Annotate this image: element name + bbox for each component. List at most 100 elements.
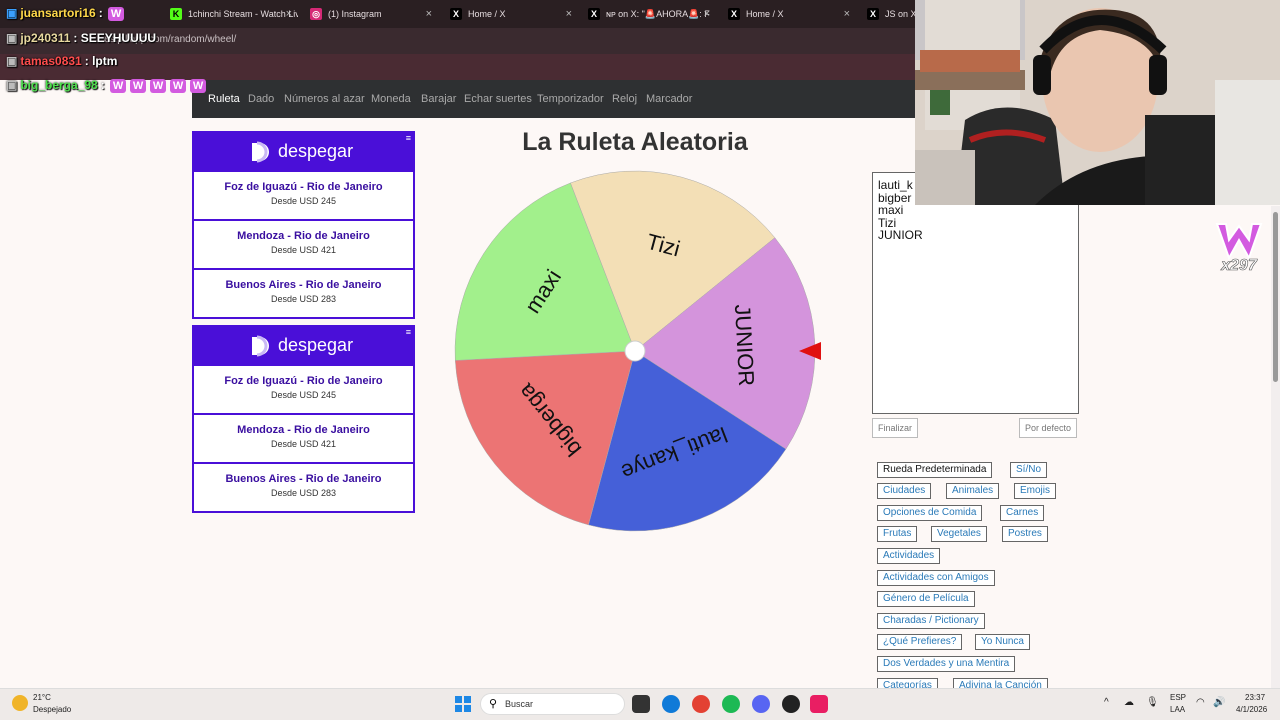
ad-header: despegar ≡ xyxy=(194,133,413,170)
finish-button[interactable]: Finalizar xyxy=(872,418,919,438)
close-tab-icon[interactable]: × xyxy=(704,3,710,25)
tray-wifi-icon[interactable]: ◠ xyxy=(1196,697,1205,708)
nav-link-3[interactable]: Moneda xyxy=(371,93,411,105)
browser-tab[interactable]: ◎ (1) Instagram × xyxy=(300,3,438,25)
tiktok-icon[interactable] xyxy=(810,695,828,713)
browser-tab[interactable]: K 1chinchi Stream - Watch Liv × xyxy=(160,3,298,25)
nav-link-8[interactable]: Marcador xyxy=(646,93,692,105)
nav-link-5[interactable]: Echar suertes xyxy=(464,93,532,105)
nav-link-2[interactable]: Números al azar xyxy=(284,93,365,105)
ad-offer[interactable]: Foz de Iguazú - Rio de Janeiro Desde USD … xyxy=(194,170,413,219)
tray-mic-icon[interactable]: 🎙 xyxy=(1146,697,1159,708)
name-line[interactable]: maxi xyxy=(878,204,1073,217)
discord-icon[interactable] xyxy=(752,695,770,713)
preset-chip[interactable]: Opciones de Comida xyxy=(877,505,983,521)
ad-menu-icon[interactable]: ≡ xyxy=(406,327,411,337)
ad-price: Desde USD 283 xyxy=(270,488,337,498)
x-icon: X xyxy=(728,8,740,20)
chat-text: SEEYHUUUU xyxy=(80,31,157,45)
chat-message: ▣ juansartori16: W xyxy=(6,6,126,21)
browser-tab[interactable]: X Home / X × xyxy=(718,3,856,25)
clock-date[interactable]: 4/1/2026 xyxy=(1236,705,1267,714)
close-tab-icon[interactable]: × xyxy=(566,3,572,25)
scrollbar-thumb[interactable] xyxy=(1273,212,1278,382)
nav-link-6[interactable]: Temporizador xyxy=(537,93,604,105)
ad-route: Mendoza - Rio de Janeiro xyxy=(237,424,370,436)
ad-offer[interactable]: Foz de Iguazú - Rio de Janeiro Desde USD … xyxy=(194,364,413,413)
emote-icon: W xyxy=(110,78,127,93)
close-tab-icon[interactable]: × xyxy=(426,3,432,25)
tray-network-icon[interactable]: ☁ xyxy=(1124,697,1134,708)
names-textarea[interactable]: lauti_k bigber maxi Tizi JUNIOR xyxy=(872,172,1079,414)
ad-menu-icon[interactable]: ≡ xyxy=(406,133,411,143)
browser-tab[interactable]: X Home / X × xyxy=(440,3,578,25)
ad-price: Desde USD 245 xyxy=(270,390,337,400)
ad-offer[interactable]: Buenos Aires - Rio de Janeiro Desde USD 2… xyxy=(194,462,413,511)
x-icon: X xyxy=(450,8,462,20)
spin-wheel[interactable]: lauti_kanyebigbergamaxiTiziJUNIOR xyxy=(440,160,840,550)
close-tab-icon[interactable]: × xyxy=(844,3,850,25)
preset-chip[interactable]: Ciudades xyxy=(877,483,932,499)
preset-chip[interactable]: Frutas xyxy=(877,526,918,542)
obs-icon[interactable] xyxy=(782,695,800,713)
nav-link-1[interactable]: Dado xyxy=(248,93,274,105)
preset-chip[interactable]: Animales xyxy=(946,483,1000,499)
preset-chip[interactable]: Postres xyxy=(1002,526,1048,542)
lang-top[interactable]: ESP xyxy=(1170,693,1186,702)
x-icon: X xyxy=(588,8,600,20)
nav-link-4[interactable]: Barajar xyxy=(421,93,456,105)
preset-chip[interactable]: Rueda Predeterminada xyxy=(877,462,993,478)
nav-link-0[interactable]: Ruleta xyxy=(208,93,240,105)
browser-tab[interactable]: Xɴᴘ on X: "🚨AHORA🚨: F × xyxy=(578,3,716,25)
default-button[interactable]: Por defecto xyxy=(1019,418,1078,438)
ad-banner[interactable]: despegar ≡ Foz de Iguazú - Rio de Janeiro D… xyxy=(192,131,415,319)
weather-icon xyxy=(12,695,28,711)
name-line[interactable]: JUNIOR xyxy=(878,229,1073,242)
tab-label: ɴᴘ on X: "🚨AHORA🚨: F xyxy=(606,9,710,19)
chat-badge-icon: ▣ xyxy=(6,78,18,92)
preset-chip[interactable]: Yo Nunca xyxy=(975,634,1030,650)
wheel-segment-label: JUNIOR xyxy=(730,304,759,387)
weather-temp: 21°C xyxy=(33,693,51,702)
ad-header: despegar ≡ xyxy=(194,327,413,364)
close-tab-icon[interactable]: × xyxy=(286,3,292,25)
preset-chip[interactable]: Actividades xyxy=(877,548,941,564)
emote-icon: W xyxy=(108,6,125,21)
chrome-icon[interactable] xyxy=(692,695,710,713)
emote-icon: W xyxy=(170,78,187,93)
preset-chip[interactable]: ¿Qué Prefieres? xyxy=(877,634,963,650)
spotify-icon[interactable] xyxy=(722,695,740,713)
lang-bottom[interactable]: LAA xyxy=(1170,705,1185,714)
bookmarks-bar xyxy=(0,54,915,80)
ad-offer[interactable]: Mendoza - Rio de Janeiro Desde USD 421 xyxy=(194,413,413,462)
tray-volume-icon[interactable]: 🔊 xyxy=(1213,697,1225,708)
weather-desc: Despejado xyxy=(33,705,72,714)
preset-chip[interactable]: Actividades con Amigos xyxy=(877,570,995,586)
page-title: La Ruleta Aleatoria xyxy=(522,128,748,156)
chat-text: lptm xyxy=(92,54,118,68)
file-manager-icon[interactable] xyxy=(632,695,650,713)
windows-start-icon[interactable] xyxy=(455,696,471,712)
chat-username: big_berga_98 xyxy=(20,78,98,92)
ad-route: Buenos Aires - Rio de Janeiro xyxy=(225,473,382,485)
ad-offer[interactable]: Buenos Aires - Rio de Janeiro Desde USD 2… xyxy=(194,268,413,317)
ad-banner[interactable]: despegar ≡ Foz de Iguazú - Rio de Janeiro D… xyxy=(192,325,415,513)
nav-link-7[interactable]: Reloj xyxy=(612,93,637,105)
ad-route: Mendoza - Rio de Janeiro xyxy=(237,230,370,242)
edge-icon[interactable] xyxy=(662,695,680,713)
ad-offer[interactable]: Mendoza - Rio de Janeiro Desde USD 421 xyxy=(194,219,413,268)
preset-chip[interactable]: Carnes xyxy=(1000,505,1045,521)
wheel-center-button[interactable] xyxy=(624,340,646,362)
preset-chip[interactable]: Sí/No xyxy=(1010,462,1048,478)
taskbar-search[interactable]: ⚲ Buscar xyxy=(480,693,625,715)
tray-chevron-icon[interactable]: ^ xyxy=(1104,697,1109,708)
preset-chip[interactable]: Vegetales xyxy=(931,526,987,542)
preset-chip[interactable]: Emojis xyxy=(1014,483,1057,499)
ad-route: Buenos Aires - Rio de Janeiro xyxy=(225,279,382,291)
overlay-badge: x297 xyxy=(1214,218,1264,278)
tab-label: Home / X xyxy=(746,9,784,19)
preset-chip[interactable]: Dos Verdades y una Mentira xyxy=(877,656,1016,672)
preset-chip[interactable]: Charadas / Pictionary xyxy=(877,613,985,629)
preset-chip[interactable]: Género de Película xyxy=(877,591,975,607)
clock-time[interactable]: 23:37 xyxy=(1245,693,1265,702)
